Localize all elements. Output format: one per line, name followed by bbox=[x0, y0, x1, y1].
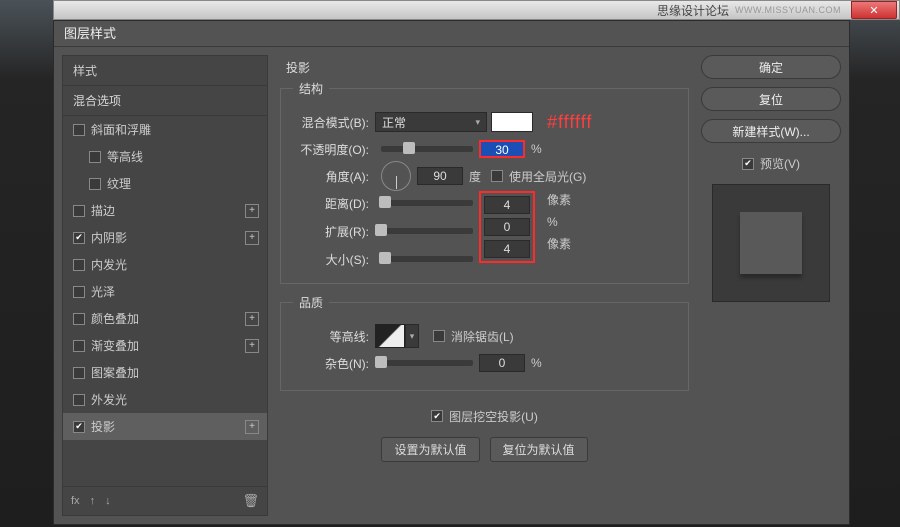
style-item-drop-shadow[interactable]: 投影 + bbox=[63, 413, 267, 440]
ok-button[interactable]: 确定 bbox=[701, 55, 841, 79]
noise-label: 杂色(N): bbox=[293, 355, 375, 372]
checkbox-outer-glow[interactable] bbox=[73, 394, 85, 406]
checkbox-satin[interactable] bbox=[73, 286, 85, 298]
style-item-stroke[interactable]: 描边 + bbox=[63, 197, 267, 224]
add-inner-shadow-icon[interactable]: + bbox=[245, 231, 259, 245]
settings-panel: 投影 结构 混合模式(B): 正常 ▾ #ffffff 不透明度(O): 30 bbox=[276, 55, 693, 516]
knockout-label: 图层挖空投影(U) bbox=[449, 408, 538, 425]
highlight-box: 4 0 4 bbox=[479, 191, 535, 263]
noise-slider[interactable] bbox=[381, 360, 473, 366]
angle-input[interactable]: 90 bbox=[417, 167, 463, 185]
watermark-url: WWW.MISSYUAN.COM bbox=[735, 5, 841, 15]
knockout-checkbox[interactable] bbox=[431, 410, 443, 422]
watermark-text: 思缘设计论坛 bbox=[657, 2, 729, 19]
noise-unit: % bbox=[531, 356, 542, 370]
reset-button[interactable]: 复位 bbox=[701, 87, 841, 111]
blend-mode-select[interactable]: 正常 ▾ bbox=[375, 112, 487, 132]
move-down-icon[interactable]: ↓ bbox=[105, 495, 111, 507]
new-style-button[interactable]: 新建样式(W)... bbox=[701, 119, 841, 143]
checkbox-inner-glow[interactable] bbox=[73, 259, 85, 271]
window-titlebar: 思缘设计论坛 WWW.MISSYUAN.COM ✕ bbox=[53, 0, 900, 20]
global-light-label: 使用全局光(G) bbox=[509, 168, 586, 185]
style-item-bevel[interactable]: 斜面和浮雕 bbox=[63, 116, 267, 143]
antialias-checkbox[interactable] bbox=[433, 330, 445, 342]
checkbox-color-overlay[interactable] bbox=[73, 313, 85, 325]
checkbox-bevel[interactable] bbox=[73, 124, 85, 136]
structure-legend: 结构 bbox=[293, 80, 329, 97]
style-item-color-overlay[interactable]: 颜色叠加 + bbox=[63, 305, 267, 332]
checkbox-contour[interactable] bbox=[89, 151, 101, 163]
shadow-color-swatch[interactable] bbox=[491, 112, 533, 132]
style-item-pattern-overlay[interactable]: 图案叠加 bbox=[63, 359, 267, 386]
contour-dropdown-icon[interactable]: ▾ bbox=[405, 324, 419, 348]
dialog-title: 图层样式 bbox=[54, 21, 849, 47]
angle-unit: 度 bbox=[469, 168, 481, 185]
add-color-overlay-icon[interactable]: + bbox=[245, 312, 259, 326]
add-gradient-overlay-icon[interactable]: + bbox=[245, 339, 259, 353]
right-panel: 确定 复位 新建样式(W)... 预览(V) bbox=[701, 55, 841, 516]
angle-dial[interactable] bbox=[381, 161, 411, 191]
set-default-button[interactable]: 设置为默认值 bbox=[381, 437, 479, 462]
preview-checkbox[interactable] bbox=[742, 158, 754, 170]
checkbox-drop-shadow[interactable] bbox=[73, 421, 85, 433]
angle-label: 角度(A): bbox=[293, 168, 375, 185]
styles-header[interactable]: 样式 bbox=[63, 56, 267, 86]
style-item-gradient-overlay[interactable]: 渐变叠加 + bbox=[63, 332, 267, 359]
add-stroke-icon[interactable]: + bbox=[245, 204, 259, 218]
reset-default-button[interactable]: 复位为默认值 bbox=[490, 437, 588, 462]
section-title: 投影 bbox=[286, 59, 689, 76]
opacity-unit: % bbox=[531, 142, 542, 156]
preview-label: 预览(V) bbox=[760, 155, 800, 172]
checkbox-pattern-overlay[interactable] bbox=[73, 367, 85, 379]
trash-icon[interactable]: 🗑 bbox=[242, 493, 259, 509]
styles-footer: fx ↑ ↓ 🗑 bbox=[63, 486, 267, 515]
checkbox-gradient-overlay[interactable] bbox=[73, 340, 85, 352]
fx-menu-icon[interactable]: fx bbox=[71, 495, 80, 507]
checkbox-stroke[interactable] bbox=[73, 205, 85, 217]
checkbox-inner-shadow[interactable] bbox=[73, 232, 85, 244]
preview-box bbox=[712, 184, 830, 302]
contour-picker[interactable] bbox=[375, 324, 405, 348]
size-input[interactable]: 4 bbox=[484, 240, 530, 258]
add-drop-shadow-icon[interactable]: + bbox=[245, 420, 259, 434]
style-item-satin[interactable]: 光泽 bbox=[63, 278, 267, 305]
opacity-label: 不透明度(O): bbox=[293, 141, 375, 158]
layer-style-dialog: 图层样式 样式 混合选项 斜面和浮雕 等高线 纹理 描边 + bbox=[53, 20, 850, 525]
size-unit: 像素 bbox=[547, 235, 571, 253]
move-up-icon[interactable]: ↑ bbox=[90, 495, 96, 507]
style-item-inner-shadow[interactable]: 内阴影 + bbox=[63, 224, 267, 251]
contour-label: 等高线: bbox=[293, 328, 375, 345]
opacity-input[interactable]: 30 bbox=[479, 140, 525, 158]
styles-list-panel: 样式 混合选项 斜面和浮雕 等高线 纹理 描边 + 内阴影 bbox=[62, 55, 268, 516]
hex-annotation: #ffffff bbox=[547, 112, 592, 133]
antialias-label: 消除锯齿(L) bbox=[451, 328, 514, 345]
style-item-texture[interactable]: 纹理 bbox=[63, 170, 267, 197]
opacity-slider[interactable] bbox=[381, 146, 473, 152]
distance-input[interactable]: 4 bbox=[484, 196, 530, 214]
checkbox-texture[interactable] bbox=[89, 178, 101, 190]
distance-unit: 像素 bbox=[547, 191, 571, 209]
style-item-inner-glow[interactable]: 内发光 bbox=[63, 251, 267, 278]
size-slider[interactable] bbox=[381, 256, 473, 262]
window-close-button[interactable]: ✕ bbox=[851, 1, 897, 19]
quality-legend: 品质 bbox=[293, 294, 329, 311]
spread-slider[interactable] bbox=[381, 228, 473, 234]
quality-fieldset: 品质 等高线: ▾ 消除锯齿(L) 杂色(N): 0 % bbox=[280, 294, 689, 391]
global-light-checkbox[interactable] bbox=[491, 170, 503, 182]
chevron-down-icon: ▾ bbox=[475, 117, 480, 128]
structure-fieldset: 结构 混合模式(B): 正常 ▾ #ffffff 不透明度(O): 30 % bbox=[280, 80, 689, 284]
distance-slider[interactable] bbox=[381, 200, 473, 206]
size-label: 大小(S): bbox=[293, 251, 375, 268]
spread-input[interactable]: 0 bbox=[484, 218, 530, 236]
noise-input[interactable]: 0 bbox=[479, 354, 525, 372]
distance-label: 距离(D): bbox=[293, 195, 375, 212]
style-item-outer-glow[interactable]: 外发光 bbox=[63, 386, 267, 413]
preview-swatch bbox=[740, 212, 802, 274]
blend-options-item[interactable]: 混合选项 bbox=[63, 86, 267, 116]
blend-mode-label: 混合模式(B): bbox=[293, 114, 375, 131]
spread-unit: % bbox=[547, 213, 571, 231]
style-item-contour[interactable]: 等高线 bbox=[63, 143, 267, 170]
spread-label: 扩展(R): bbox=[293, 223, 375, 240]
